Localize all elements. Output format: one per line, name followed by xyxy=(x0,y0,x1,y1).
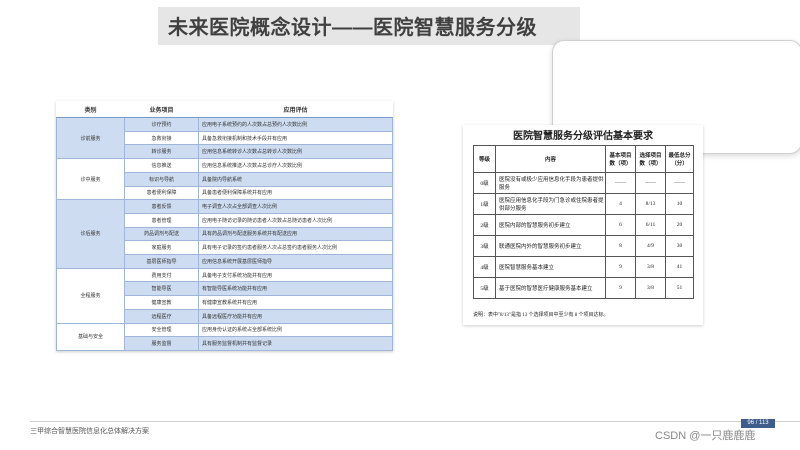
col-header-basic-count: 基本项目数（项） xyxy=(605,145,636,173)
content-cell: 医院内部的智慧服务初步建立 xyxy=(495,214,606,236)
level-cell: 1级 xyxy=(473,193,496,215)
category-cell: 全程服务 xyxy=(56,267,125,324)
grading-requirements-table: 医院智慧服务分级评估基本要求 等级 内容 基本项目数（项） 选择项目数（项） 最… xyxy=(463,125,703,325)
evaluation-cell: 具有服务监督机制并有监督记录 xyxy=(198,336,393,351)
evaluation-cell: 具有电子记录的签约患者服务人次占总签约患者服务人次比例 xyxy=(198,240,393,256)
content-cell: 医院没有或极少应用信息化手段为患者提供服务 xyxy=(495,172,606,194)
level-cell: 0级 xyxy=(473,172,496,194)
content-cell: 医院智慧服务基本建立 xyxy=(495,256,606,278)
evaluation-cell: 具备急救衔接机制和技术手段并有应用 xyxy=(198,130,393,146)
table-note: 说明：表中"8/13"是指 13 个选择项目中至少有 8 个项目达标。 xyxy=(473,313,609,318)
evaluation-cell: 应用身份认证的系统占全部系统比例 xyxy=(198,322,393,338)
min-score-cell: 51 xyxy=(665,277,694,299)
category-cell: 诊中服务 xyxy=(56,158,125,201)
evaluation-cell: 应用信息系统开展基层医师指导 xyxy=(198,254,393,269)
basic-count-cell: 9 xyxy=(605,277,636,299)
page-title: 未来医院概念设计——医院智慧服务分级 xyxy=(168,17,537,39)
content-cell: 联通医院内外的智慧服务初步建立 xyxy=(495,235,606,257)
basic-count-cell: 6 xyxy=(605,214,636,236)
item-cell: 费用支付 xyxy=(124,267,199,283)
level-cell: 4级 xyxy=(473,256,496,278)
level-cell: 5级 xyxy=(473,277,496,299)
basic-count-cell: 8 xyxy=(605,235,636,257)
evaluation-cell: 应用电子系统预约的人次数占总预约人次数比例 xyxy=(198,117,393,132)
min-score-cell: 10 xyxy=(665,193,694,215)
min-score-cell: 20 xyxy=(665,214,694,236)
min-score-cell: 30 xyxy=(665,235,694,257)
item-cell: 患者管理 xyxy=(124,212,199,228)
item-cell: 患者便利保障 xyxy=(124,185,199,201)
content-cell: 医院应用信息化手段为门急诊或住院患者提供部分服务 xyxy=(495,193,606,215)
min-score-cell: 41 xyxy=(665,256,694,278)
item-cell: 安全管理 xyxy=(124,322,199,338)
col-header-item: 业务项目 xyxy=(124,101,199,118)
evaluation-cell: 应用电子随访记录的随访患者人次数占总随访患者人次比例 xyxy=(198,212,393,228)
evaluation-cell: 具备电子支付系统功能并有应用 xyxy=(198,267,393,283)
col-header-optional-count: 选择项目数（项） xyxy=(635,145,666,173)
item-cell: 智能导医 xyxy=(124,281,199,297)
item-cell: 标识与导航 xyxy=(124,171,199,187)
table-row: 诊后服务 患者反馈 电子调查人次占全部调查人次比例 xyxy=(56,199,393,269)
watermark: CSDN @一只鹿鹿鹿 xyxy=(655,430,756,442)
evaluation-cell: 应用信息系统推送人次数占总诊疗人次数比例 xyxy=(198,158,393,173)
col-header-category: 类别 xyxy=(56,101,125,118)
level-cell: 2级 xyxy=(473,214,496,236)
item-cell: 家庭服务 xyxy=(124,240,199,256)
table-row: 诊中服务 信息推送 应用信息系统推送人次数占总诊疗人次数比例 xyxy=(56,158,393,201)
col-header-min-score: 最低总分（分） xyxy=(665,145,694,173)
category-cell: 基础与安全 xyxy=(56,322,125,352)
optional-count-cell: 8/13 xyxy=(635,193,666,215)
table-row: 4级 医院智慧服务基本建立 9 3/8 41 xyxy=(473,256,694,278)
item-cell: 急救衔接 xyxy=(124,130,199,146)
evaluation-cell: 具备患者便利保障系统并有应用 xyxy=(198,185,393,201)
evaluation-cell: 有健康宣教系统并有应用 xyxy=(198,295,393,310)
evaluation-cell: 有智能导医系统功能并有应用 xyxy=(198,281,393,297)
category-cell: 诊前服务 xyxy=(56,116,125,160)
item-cell: 健康宣教 xyxy=(124,295,199,310)
category-cell: 诊后服务 xyxy=(56,199,125,269)
footer-text: 三甲综合智慧医院信息化总体解决方案 xyxy=(30,428,149,435)
evaluation-cell: 具备院内导航系统 xyxy=(198,171,393,187)
table-row: 0级 医院没有或极少应用信息化手段为患者提供服务 —— —— —— xyxy=(473,172,694,194)
item-cell: 诊疗预约 xyxy=(124,117,199,132)
table-row: 全程服务 费用支付 具备电子支付系统功能并有应用 xyxy=(56,267,393,324)
optional-count-cell: 6/11 xyxy=(635,214,666,236)
optional-count-cell: —— xyxy=(635,172,666,194)
optional-count-cell: 4/9 xyxy=(635,235,666,257)
basic-count-cell: —— xyxy=(605,172,636,194)
grading-table-title: 医院智慧服务分级评估基本要求 xyxy=(513,131,653,142)
basic-count-cell: 4 xyxy=(605,193,636,215)
table-row: 5级 基于医院的智慧医疗健康服务基本建立 9 3/8 51 xyxy=(473,277,694,299)
item-cell: 药品调剂与配送 xyxy=(124,226,199,242)
item-cell: 服务监督 xyxy=(124,336,199,351)
item-cell: 信息推送 xyxy=(124,158,199,173)
optional-count-cell: 3/8 xyxy=(635,256,666,278)
col-header-level: 等级 xyxy=(473,145,496,173)
item-cell: 患者反馈 xyxy=(124,199,199,214)
item-cell: 转诊服务 xyxy=(124,144,199,160)
item-cell: 基层医师指导 xyxy=(124,254,199,269)
table-row: 诊前服务 诊疗预约 应用电子系统预约的人次数占总预约人次数比例 xyxy=(56,116,393,160)
min-score-cell: —— xyxy=(665,172,694,194)
col-header-content: 内容 xyxy=(495,145,606,173)
level-cell: 3级 xyxy=(473,235,496,257)
col-header-evaluation: 应用评估 xyxy=(198,101,393,118)
service-items-table: 类别 业务项目 应用评估 诊前服务 诊疗预约 应用电子系统预约的人次数占总预约人次数… xyxy=(56,101,393,352)
footer-divider xyxy=(30,421,800,422)
table-row: 2级 医院内部的智慧服务初步建立 6 6/11 20 xyxy=(473,214,694,236)
table-row: 1级 医院应用信息化手段为门急诊或住院患者提供部分服务 4 8/13 10 xyxy=(473,193,694,215)
basic-count-cell: 9 xyxy=(605,256,636,278)
evaluation-cell: 具有药品调剂与配送服务系统并有配送应用 xyxy=(198,226,393,242)
item-cell: 远程医疗 xyxy=(124,308,199,324)
table-row: 3级 联通医院内外的智慧服务初步建立 8 4/9 30 xyxy=(473,235,694,257)
content-cell: 基于医院的智慧医疗健康服务基本建立 xyxy=(495,277,606,299)
table-row: 基础与安全 安全管理 应用身份认证的系统占全部系统比例 xyxy=(56,322,393,352)
evaluation-cell: 具备远程医疗功能并有应用 xyxy=(198,308,393,324)
optional-count-cell: 3/8 xyxy=(635,277,666,299)
evaluation-cell: 应用信息系统转诊人次数占总转诊人次数比例 xyxy=(198,144,393,160)
evaluation-cell: 电子调查人次占全部调查人次比例 xyxy=(198,199,393,214)
